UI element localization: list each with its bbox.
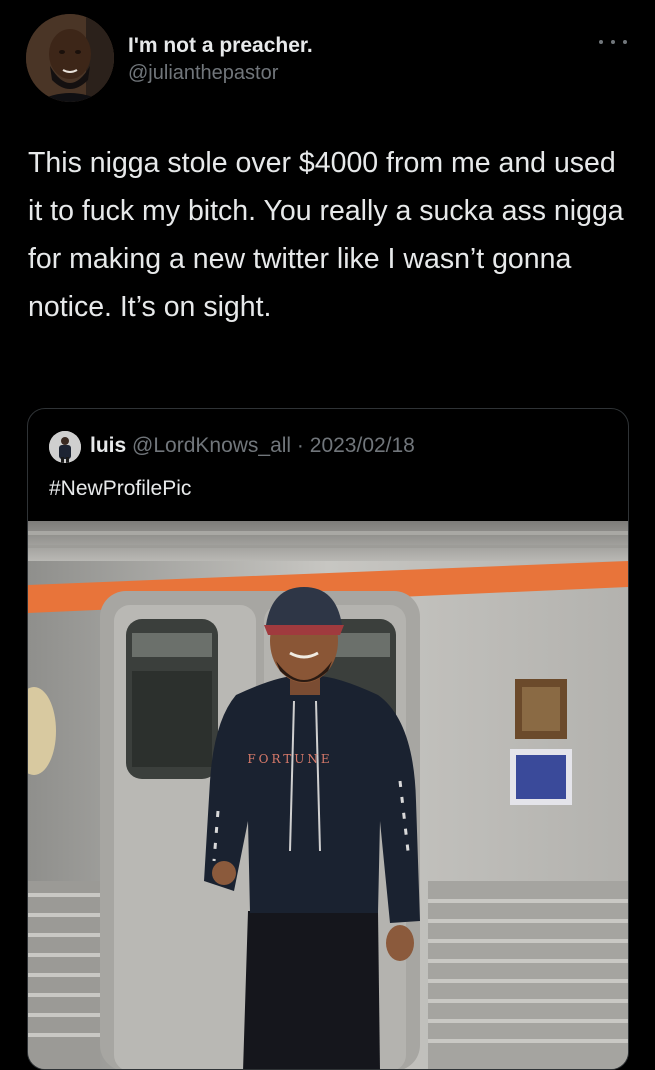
subway-train-photo: FORTUNE [28, 521, 628, 1069]
author-handle[interactable]: @julianthepastor [128, 62, 278, 85]
quoted-tweet-text[interactable]: #NewProfilePic [49, 477, 191, 501]
quoted-tweet[interactable]: luis @LordKnows_all · 2023/02/18 #NewPro… [27, 408, 629, 1070]
author-avatar-image [26, 14, 114, 102]
quoted-avatar-image [49, 431, 81, 463]
quoted-author-avatar[interactable] [49, 431, 81, 463]
author-display-name[interactable]: I'm not a preacher. [128, 34, 313, 58]
quoted-tweet-header: luis @LordKnows_all · 2023/02/18 [90, 434, 415, 458]
more-horizontal-icon[interactable] [599, 32, 627, 52]
hoodie-print-text: FORTUNE [247, 752, 332, 766]
tweet: I'm not a preacher. @julianthepastor Thi… [0, 0, 655, 1070]
quoted-tweet-photo[interactable]: FORTUNE [28, 521, 628, 1069]
quoted-author-meta[interactable]: @LordKnows_all · 2023/02/18 [132, 434, 415, 457]
author-avatar[interactable] [26, 14, 114, 102]
tweet-text: This nigga stole over $4000 from me and … [28, 147, 632, 323]
quoted-author-name[interactable]: luis [90, 434, 126, 457]
